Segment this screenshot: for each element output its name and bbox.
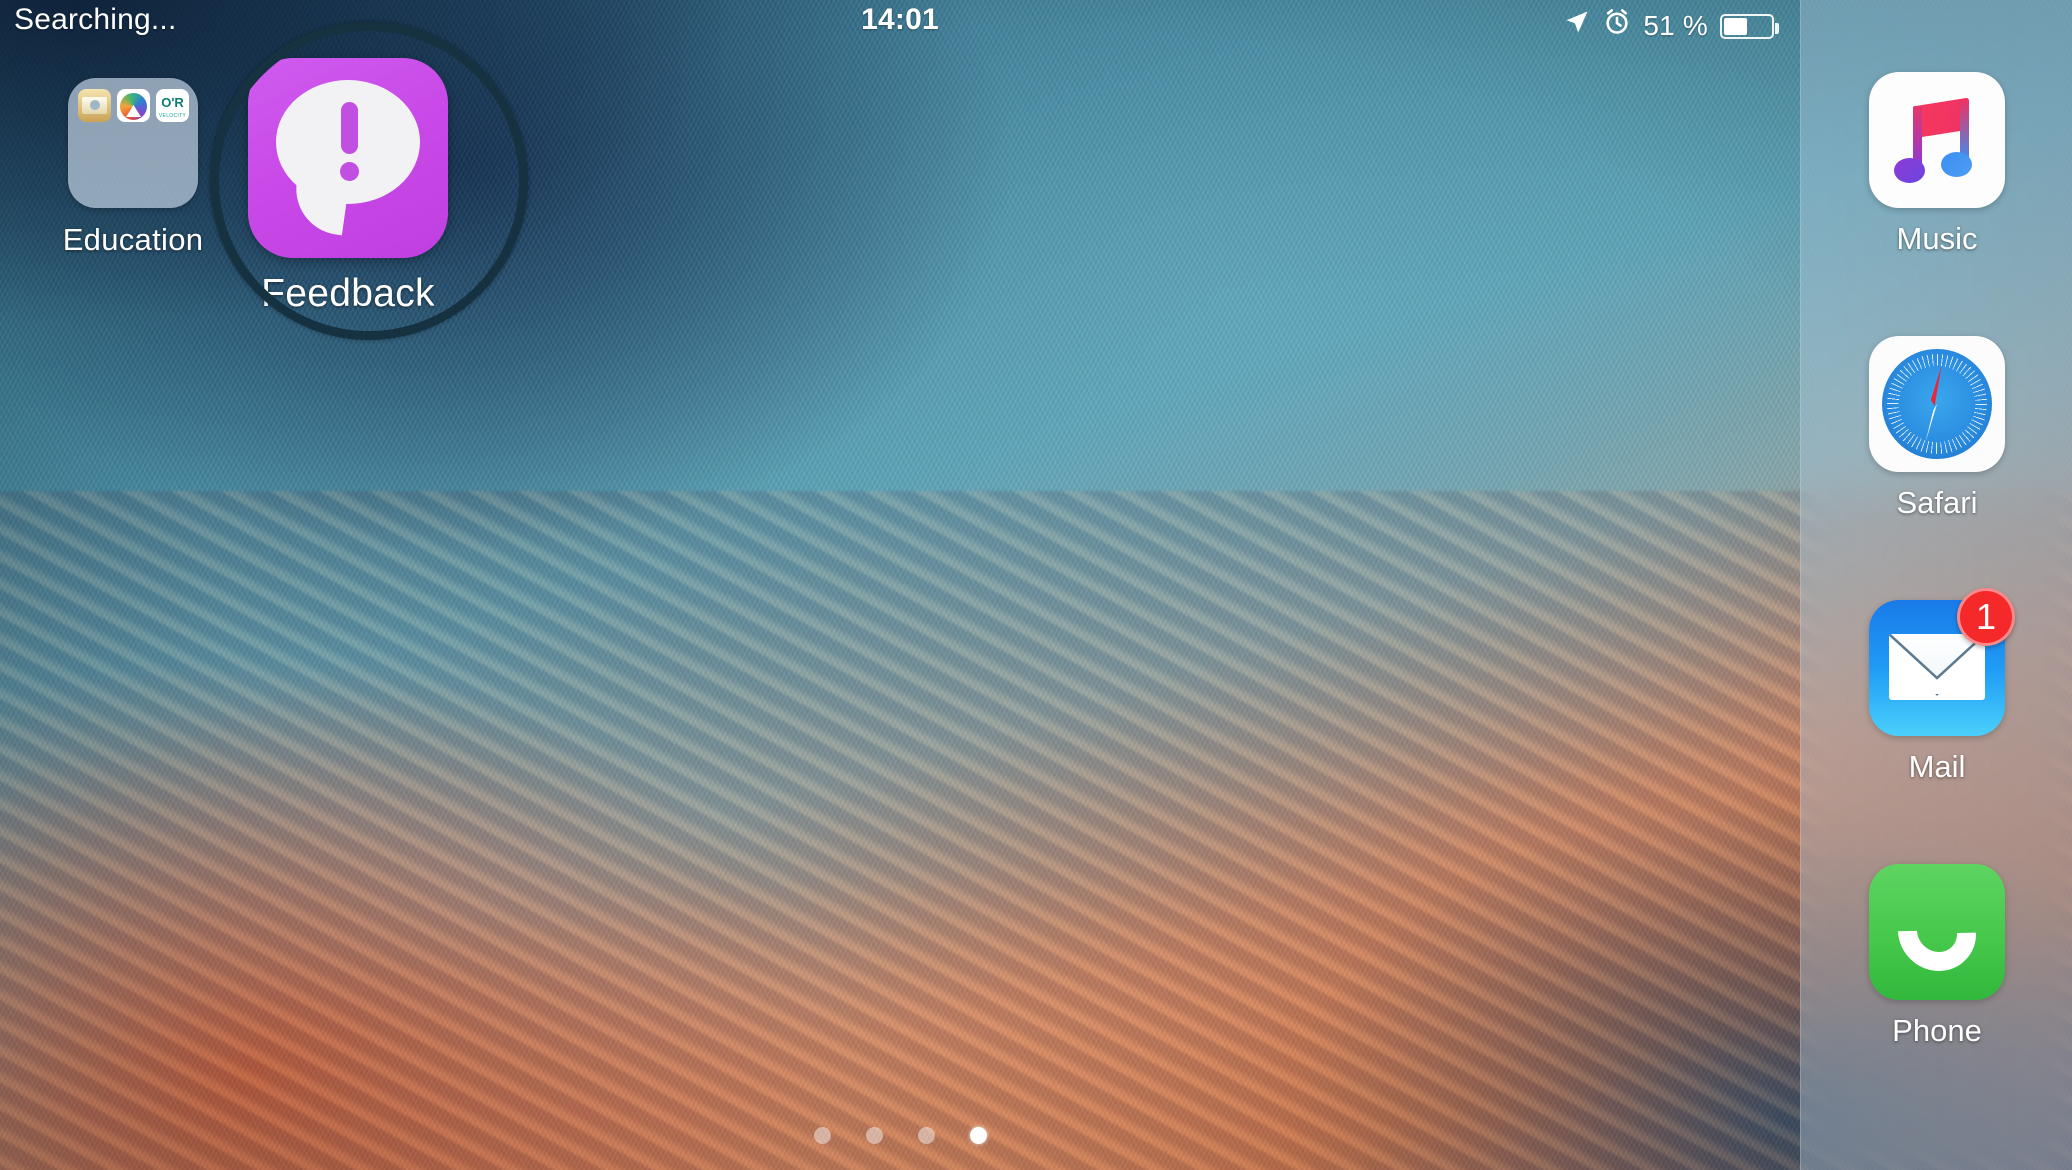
handset-icon <box>1881 876 1993 988</box>
music-note-head-left <box>1894 158 1925 183</box>
folder-education-label: Education <box>62 222 204 257</box>
dock-item-phone[interactable]: Phone <box>1801 864 2072 1049</box>
dock-item-music[interactable]: Music <box>1801 72 2072 257</box>
compass-tick-marks <box>1873 340 2001 468</box>
dock-item-safari[interactable]: Safari <box>1801 336 2072 521</box>
photos-icon <box>117 89 150 122</box>
dock-item-phone-tile[interactable] <box>1869 864 2005 1000</box>
page-dot-1[interactable] <box>813 1127 831 1144</box>
dock-item-phone-label: Phone <box>1892 1013 1982 1048</box>
folder-education[interactable]: Education <box>48 78 218 258</box>
dock-item-music-tile[interactable] <box>1869 72 2005 208</box>
page-dot-4[interactable] <box>969 1127 987 1144</box>
dock-item-mail-tile[interactable]: 1 <box>1869 588 2015 736</box>
dock-item-music-label: Music <box>1896 221 1978 256</box>
mail-badge-count: 1 <box>1957 588 2015 646</box>
music-note-head-right <box>1941 152 1972 177</box>
highlight-circle-annotation <box>210 22 528 340</box>
dock-item-safari-tile[interactable] <box>1869 336 2005 472</box>
page-dot-2[interactable] <box>865 1127 883 1144</box>
folder-education-tile[interactable] <box>68 78 198 208</box>
dock: Music Safari 1 Mail Phone <box>1800 0 2072 1170</box>
notes-icon <box>78 89 111 122</box>
dock-item-safari-label: Safari <box>1896 485 1978 520</box>
dock-item-mail-label: Mail <box>1908 749 1966 784</box>
oreilly-velocity-icon <box>156 89 189 122</box>
dock-item-mail[interactable]: 1 Mail <box>1801 588 2072 785</box>
page-indicator[interactable] <box>0 1127 1800 1144</box>
page-dot-3[interactable] <box>917 1127 935 1144</box>
envelope-icon <box>1889 634 1985 700</box>
app-grid: Education Feedback <box>0 0 1800 1170</box>
